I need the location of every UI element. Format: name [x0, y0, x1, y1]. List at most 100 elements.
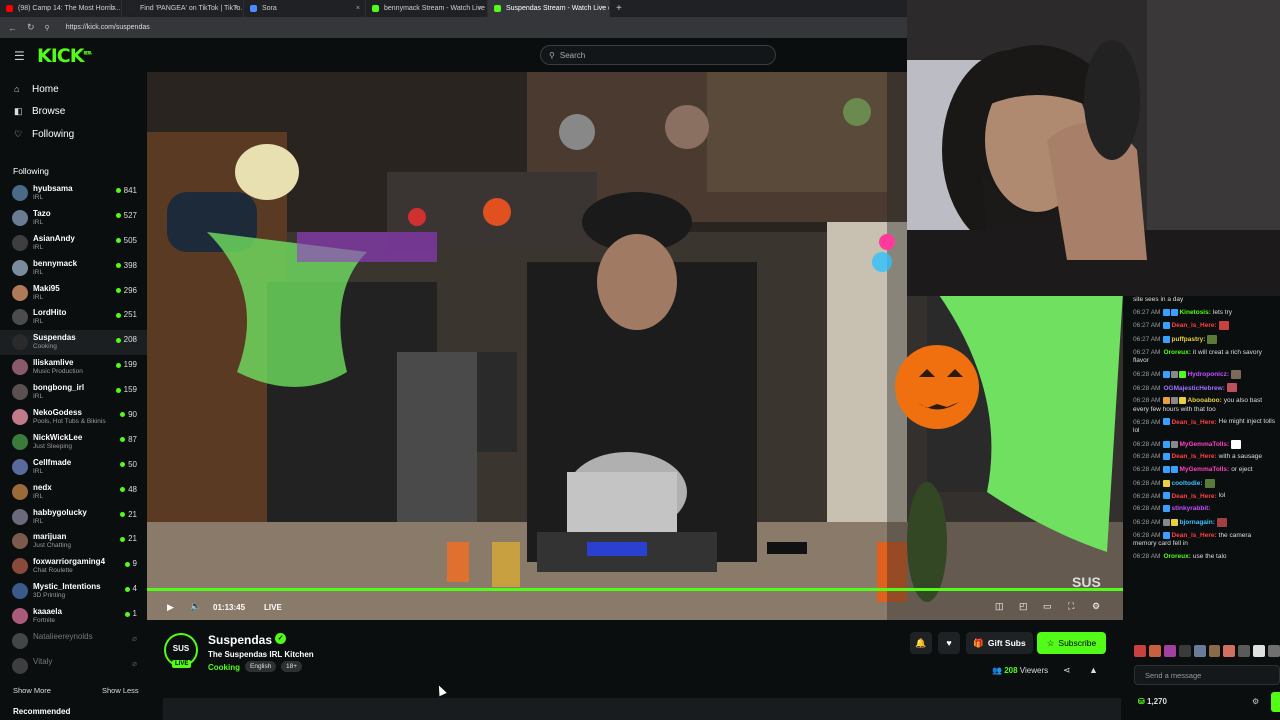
- tab-title: bennymack Stream - Watch Live o...: [384, 5, 488, 12]
- following-item[interactable]: bennymack IRL 398: [0, 256, 147, 281]
- send-chat-button[interactable]: [1271, 692, 1280, 712]
- following-item[interactable]: Cellfmade IRL 50: [0, 455, 147, 480]
- browser-tab[interactable]: bennymack Stream - Watch Live o... ×: [366, 0, 488, 17]
- viewer-count: 527: [115, 211, 137, 220]
- close-tab-icon[interactable]: ×: [478, 5, 482, 12]
- url-text[interactable]: https://kick.com/suspendas: [66, 24, 150, 31]
- following-item[interactable]: marijuan Just Chatting 21: [0, 529, 147, 554]
- channel-name[interactable]: Suspendas: [208, 633, 272, 647]
- following-item[interactable]: Natalieereynolds ⌀: [0, 629, 147, 654]
- emote-icon[interactable]: [1193, 645, 1206, 657]
- chat-emote-icon: [1218, 321, 1229, 331]
- chat-emote-icon: [1231, 439, 1242, 449]
- following-item[interactable]: habbygolucky IRL 21: [0, 505, 147, 530]
- play-icon[interactable]: ▶: [167, 602, 174, 613]
- chat-username[interactable]: Dean_is_Here:: [1171, 419, 1216, 426]
- chat-username[interactable]: Ororeux:: [1163, 349, 1190, 356]
- emote-icon[interactable]: [1208, 645, 1221, 657]
- following-item[interactable]: AsianAndy IRL 505: [0, 231, 147, 256]
- tag-age[interactable]: 18+: [281, 661, 303, 672]
- close-tab-icon[interactable]: ×: [234, 5, 238, 12]
- volume-icon[interactable]: 🔈: [190, 601, 201, 612]
- chat-username[interactable]: Ororeux:: [1163, 553, 1190, 560]
- close-tab-icon[interactable]: ×: [112, 5, 116, 12]
- browser-tab[interactable]: Find 'PANGEA' on TikTok | TikTo... ×: [122, 0, 244, 17]
- close-tab-icon[interactable]: ×: [356, 5, 360, 12]
- browser-tab[interactable]: Suspendas Stream - Watch Live o... ×: [488, 0, 610, 17]
- channel-category: IRL: [33, 218, 44, 226]
- stream-category[interactable]: Cooking: [208, 663, 240, 672]
- following-item[interactable]: hyubsama IRL 841: [0, 181, 147, 206]
- emote-icon[interactable]: [1268, 645, 1280, 657]
- pip-icon[interactable]: ◰: [1019, 601, 1028, 612]
- new-tab-icon[interactable]: +: [616, 3, 622, 14]
- following-item[interactable]: lliskamlive Music Production 199: [0, 355, 147, 380]
- show-less-button[interactable]: Show Less: [102, 686, 139, 695]
- channel-category: IRL: [33, 492, 44, 500]
- chat-username[interactable]: Dean_is_Here:: [1171, 322, 1216, 329]
- chat-username[interactable]: Abooaboo:: [1187, 397, 1221, 404]
- notification-bell-button[interactable]: 🔔: [910, 632, 932, 654]
- nav-item-following[interactable]: ♡ Following: [0, 123, 147, 146]
- report-icon[interactable]: ▲: [1089, 665, 1098, 675]
- following-item[interactable]: nedx IRL 48: [0, 480, 147, 505]
- emote-icon[interactable]: [1134, 645, 1146, 657]
- chat-username[interactable]: MyGemmaTolls:: [1179, 466, 1229, 473]
- emote-icon[interactable]: [1253, 645, 1266, 657]
- clip-icon[interactable]: ▭: [1043, 601, 1052, 612]
- chat-username[interactable]: stinkyrabbit:: [1171, 505, 1210, 512]
- following-item[interactable]: kaaaela Fortnite 1: [0, 604, 147, 629]
- chat-username[interactable]: Dean_is_Here:: [1171, 493, 1216, 500]
- close-tab-icon[interactable]: ×: [600, 5, 604, 12]
- share-icon[interactable]: ⋖: [1063, 665, 1071, 676]
- following-item[interactable]: Mystic_Intentions 3D Printing 4: [0, 579, 147, 604]
- chat-settings-icon[interactable]: ⚙: [1252, 697, 1259, 706]
- following-item[interactable]: NickWickLee Just Sleeping 87: [0, 430, 147, 455]
- emote-icon[interactable]: [1223, 645, 1236, 657]
- emote-icon[interactable]: [1238, 645, 1251, 657]
- nav-item-home[interactable]: ⌂ Home: [0, 78, 147, 101]
- following-item[interactable]: LordHito IRL 251: [0, 305, 147, 330]
- following-item[interactable]: foxwarriorgaming4 Chat Roulette 9: [0, 554, 147, 579]
- following-item[interactable]: Tazo IRL 527: [0, 206, 147, 231]
- viewer-count: 50: [120, 460, 137, 469]
- kick-logo[interactable]: KICKBETA: [37, 45, 92, 67]
- follow-heart-button[interactable]: ♥: [938, 632, 960, 654]
- show-more-button[interactable]: Show More: [13, 686, 51, 695]
- emote-icon[interactable]: [1148, 645, 1161, 657]
- fullscreen-icon[interactable]: ⛶: [1068, 601, 1074, 612]
- tag-language[interactable]: English: [245, 661, 277, 672]
- progress-bar[interactable]: [147, 588, 1123, 591]
- following-item[interactable]: NekoGodess Pools, Hot Tubs & Bikinis 90: [0, 405, 147, 430]
- subscribe-button[interactable]: ☆ Subscribe: [1037, 632, 1106, 654]
- following-item[interactable]: bongbong_irl IRL 159: [0, 380, 147, 405]
- nav-item-browse[interactable]: ◧ Browse: [0, 101, 147, 124]
- browser-tab[interactable]: (98) Camp 14: The Most Horrib... ×: [0, 0, 122, 17]
- chat-username[interactable]: puffpastry:: [1171, 336, 1205, 343]
- chat-username[interactable]: bjornagain:: [1179, 519, 1214, 526]
- theater-mode-icon[interactable]: ◫: [995, 601, 1004, 612]
- following-item[interactable]: Vitaly ⌀: [0, 654, 147, 679]
- following-item[interactable]: Suspendas Cooking 208: [0, 330, 147, 356]
- chat-input[interactable]: Send a message: [1134, 665, 1280, 685]
- home-icon: ⌂: [14, 84, 20, 95]
- chat-username[interactable]: cooltodie:: [1171, 480, 1202, 487]
- chat-username[interactable]: Kinetosis:: [1179, 309, 1210, 316]
- back-icon[interactable]: ←: [8, 23, 17, 33]
- chat-username[interactable]: Hydroponicz:: [1187, 371, 1229, 378]
- gift-subs-button[interactable]: 🎁 Gift Subs: [966, 632, 1033, 654]
- following-item[interactable]: Maki95 IRL 296: [0, 281, 147, 306]
- site-info-icon[interactable]: ⚲: [45, 24, 50, 32]
- menu-icon[interactable]: ☰: [14, 49, 25, 63]
- chat-username[interactable]: Dean_is_Here:: [1171, 453, 1216, 460]
- chat-username[interactable]: MyGemmaTolls:: [1179, 441, 1229, 448]
- emote-icon[interactable]: [1178, 645, 1191, 657]
- emote-icon[interactable]: [1163, 645, 1176, 657]
- chat-username[interactable]: OGMajesticHebrew:: [1163, 385, 1224, 392]
- search-input[interactable]: ⚲ Search: [540, 45, 776, 65]
- settings-icon[interactable]: ⚙: [1092, 601, 1100, 612]
- channel-points[interactable]: ⛁ 1,270: [1138, 697, 1167, 706]
- browser-tab[interactable]: Sora ×: [244, 0, 366, 17]
- reload-icon[interactable]: ↻: [27, 22, 35, 33]
- chat-username[interactable]: Dean_is_Here:: [1171, 532, 1216, 539]
